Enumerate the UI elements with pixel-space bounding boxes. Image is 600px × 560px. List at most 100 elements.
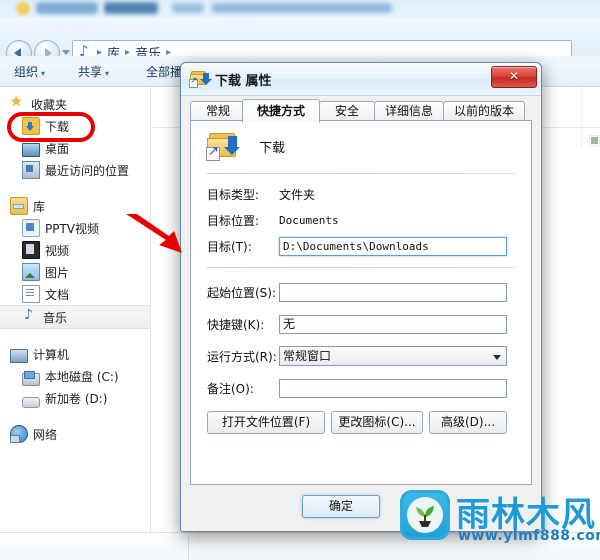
toolbar-play-all-label: 全部播 <box>146 65 183 79</box>
shortcut-name: 下载 <box>259 141 286 156</box>
divider-middle <box>207 267 517 268</box>
tab-details[interactable]: 详细信息 <box>374 101 444 121</box>
toolbar-share[interactable]: 共享 ▾ <box>78 63 109 80</box>
toolbar-organize[interactable]: 组织 ▾ <box>14 63 45 80</box>
run-mode-value: 常规窗口 <box>283 349 332 363</box>
sidebar-item-label: 文档 <box>45 287 70 302</box>
field-label: 运行方式(R): <box>207 349 277 364</box>
volume-icon <box>22 396 40 408</box>
dialog-title-bar[interactable]: 下载 属性 ✕ <box>181 63 541 96</box>
window-title-bar-redacted <box>0 0 600 18</box>
field-target-location: 目标位置: Documents <box>207 209 339 231</box>
toolbar-share-label: 共享 <box>78 65 103 79</box>
content-column-divider <box>581 87 582 147</box>
shortcut-key-input[interactable]: 无 <box>279 314 507 334</box>
sidebar-item-label: 桌面 <box>45 141 70 156</box>
address-bar-row: ▸ 库 ▸ 音乐 ▸ <box>0 18 600 66</box>
sidebar-header-label: 收藏夹 <box>31 97 68 112</box>
local-disk-icon <box>22 370 40 386</box>
redacted-title-text-4 <box>212 3 392 13</box>
chevron-down-icon: ▾ <box>105 69 110 78</box>
shortcut-overlay-icon <box>206 144 220 161</box>
redacted-title-icon <box>16 2 30 15</box>
sidebar-item-music[interactable]: 音乐 <box>0 305 150 329</box>
field-label: 备注(O): <box>207 381 254 396</box>
tab-shortcut[interactable]: 快捷方式 <box>242 99 320 123</box>
details-text-redacted <box>24 549 324 560</box>
sidebar-item-volume-d[interactable]: 新加卷 (D:) <box>0 387 150 409</box>
partial-file-icon <box>589 135 600 147</box>
download-folder-icon <box>22 117 40 135</box>
sidebar-header-libraries[interactable]: 库 <box>0 195 150 217</box>
network-icon <box>10 425 28 443</box>
divider-top <box>207 173 517 174</box>
sprout-logo-icon <box>400 490 450 540</box>
sidebar-item-label: 图片 <box>45 265 70 280</box>
library-icon <box>10 197 28 215</box>
sidebar-header-label: 库 <box>33 199 46 214</box>
navigation-pane: 收藏夹 下载 桌面 最近访问的位置 库 PPTV视频 <box>0 87 151 532</box>
tab-previous-versions[interactable]: 以前的版本 <box>443 101 525 121</box>
shortcut-folder-icon <box>189 71 212 88</box>
dialog-tab-strip: 常规 快捷方式 安全 详细信息 以前的版本 <box>190 99 532 123</box>
pictures-icon <box>22 263 40 281</box>
comment-input[interactable] <box>279 378 507 398</box>
properties-dialog: 下载 属性 ✕ 常规 快捷方式 安全 详细信息 以前的版本 下载 目标类型: 文… <box>180 62 542 532</box>
tab-security[interactable]: 安全 <box>319 101 375 121</box>
chevron-down-icon <box>493 355 501 360</box>
run-mode-select[interactable]: 常规窗口 <box>279 346 507 366</box>
pptv-icon <box>22 219 40 237</box>
field-label: 起始位置(S): <box>207 285 277 300</box>
advanced-button[interactable]: 高级(D)... <box>429 411 507 434</box>
sidebar-item-videos[interactable]: 视频 <box>0 239 150 261</box>
music-icon <box>22 307 38 325</box>
nav-group-network: 网络 <box>0 423 150 445</box>
recent-places-icon <box>22 161 40 179</box>
sidebar-item-downloads[interactable]: 下载 <box>0 115 150 137</box>
star-icon <box>10 94 26 112</box>
sidebar-item-desktop[interactable]: 桌面 <box>0 137 150 159</box>
open-file-location-button[interactable]: 打开文件位置(F) <box>207 411 325 434</box>
close-icon[interactable]: ✕ <box>491 66 537 88</box>
field-label: 目标位置: <box>207 213 260 228</box>
shortcut-overlay-icon <box>189 76 198 88</box>
sidebar-header-computer[interactable]: 计算机 <box>0 343 150 365</box>
sidebar-item-label: 本地磁盘 (C:) <box>45 369 119 384</box>
dialog-title: 下载 属性 <box>215 74 272 89</box>
field-run-mode: 运行方式(R): 常规窗口 <box>207 345 507 367</box>
video-icon <box>22 241 40 259</box>
target-input[interactable]: D:\Documents\Downloads <box>279 236 507 256</box>
ok-button[interactable]: 确定 <box>302 495 380 518</box>
field-target: 目标(T): D:\Documents\Downloads <box>207 235 507 257</box>
field-value: Documents <box>279 213 339 227</box>
sidebar-item-local-disk-c[interactable]: 本地磁盘 (C:) <box>0 365 150 387</box>
download-arrow-icon <box>200 73 212 85</box>
change-icon-button[interactable]: 更改图标(C)... <box>331 411 423 434</box>
sidebar-header-favorites[interactable]: 收藏夹 <box>0 93 150 115</box>
sidebar-item-documents[interactable]: 文档 <box>0 283 150 305</box>
shortcut-header-row: 下载 <box>206 133 286 161</box>
field-shortcut-key: 快捷键(K): 无 <box>207 313 507 335</box>
nav-group-favorites: 收藏夹 下载 桌面 最近访问的位置 <box>0 93 150 181</box>
sidebar-item-label: 新加卷 (D:) <box>45 391 108 406</box>
nav-group-computer: 计算机 本地磁盘 (C:) 新加卷 (D:) <box>0 343 150 409</box>
documents-icon <box>22 285 40 303</box>
shortcut-tab-panel: 下载 目标类型: 文件夹 目标位置: Documents 目标(T): D:\D… <box>190 120 532 485</box>
sidebar-item-label: PPTV视频 <box>45 221 100 236</box>
nav-group-libraries: 库 PPTV视频 视频 图片 文档 音乐 <box>0 195 150 329</box>
toolbar-organize-label: 组织 <box>14 65 39 79</box>
sidebar-item-pictures[interactable]: 图片 <box>0 261 150 283</box>
sidebar-header-network[interactable]: 网络 <box>0 423 150 445</box>
history-dropdown-icon[interactable] <box>62 50 70 55</box>
start-in-input[interactable] <box>279 282 507 302</box>
toolbar-play-all[interactable]: 全部播 <box>146 63 182 80</box>
field-start-in: 起始位置(S): <box>207 281 507 303</box>
chevron-down-icon: ▾ <box>41 69 46 78</box>
field-value: 文件夹 <box>279 187 316 202</box>
watermark-url: www.ylmf888.com <box>458 528 600 544</box>
field-comment: 备注(O): <box>207 377 507 399</box>
sidebar-item-pptv[interactable]: PPTV视频 <box>0 217 150 239</box>
sidebar-item-recent-places[interactable]: 最近访问的位置 <box>0 159 150 181</box>
tab-general[interactable]: 常规 <box>190 101 246 121</box>
desktop-icon <box>22 143 40 157</box>
